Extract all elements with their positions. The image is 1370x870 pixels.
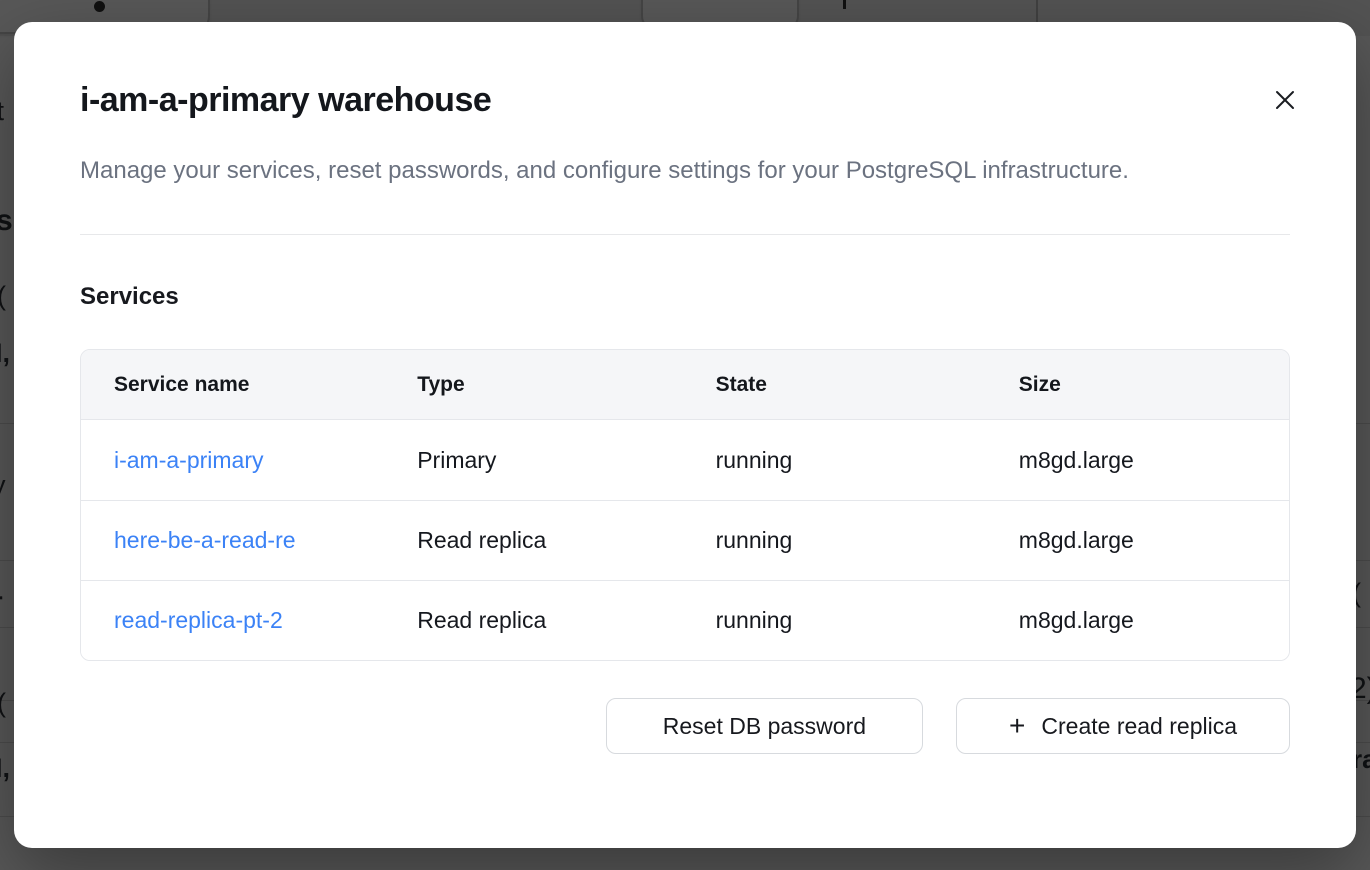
reset-db-password-button[interactable]: Reset DB password — [606, 698, 923, 754]
service-type: Read replica — [384, 527, 682, 554]
create-read-replica-button[interactable]: + Create read replica — [956, 698, 1290, 754]
services-table: Service name Type State Size i-am-a-prim… — [80, 349, 1290, 661]
column-header-type: Type — [384, 373, 682, 397]
warehouse-dialog: i-am-a-primary warehouse Manage your ser… — [14, 22, 1356, 848]
column-header-service-name: Service name — [81, 373, 384, 397]
service-type: Read replica — [384, 607, 682, 634]
table-row: i-am-a-primary Primary running m8gd.larg… — [81, 420, 1289, 500]
dialog-description: Manage your services, reset passwords, a… — [80, 150, 1240, 192]
service-name-link[interactable]: i-am-a-primary — [114, 447, 264, 473]
service-state: running — [683, 447, 986, 474]
service-type: Primary — [384, 447, 682, 474]
table-header-row: Service name Type State Size — [81, 350, 1289, 420]
column-header-state: State — [683, 373, 986, 397]
column-header-size: Size — [986, 373, 1289, 397]
service-state: running — [683, 607, 986, 634]
service-size: m8gd.large — [986, 527, 1289, 554]
service-name-link[interactable]: here-be-a-read-re — [114, 527, 296, 553]
divider — [80, 234, 1290, 235]
create-read-replica-label: Create read replica — [1041, 713, 1237, 740]
service-state: running — [683, 527, 986, 554]
services-heading: Services — [80, 283, 1290, 311]
service-name-link[interactable]: read-replica-pt-2 — [114, 607, 283, 633]
table-row: read-replica-pt-2 Read replica running m… — [81, 580, 1289, 660]
plus-icon: + — [1009, 712, 1025, 740]
close-icon — [1274, 89, 1296, 114]
service-size: m8gd.large — [986, 447, 1289, 474]
close-button[interactable] — [1270, 86, 1300, 116]
dialog-footer: Reset DB password + Create read replica — [80, 698, 1290, 754]
dialog-title: i-am-a-primary warehouse — [80, 80, 491, 120]
dialog-header: i-am-a-primary warehouse — [80, 80, 1290, 120]
reset-db-password-label: Reset DB password — [663, 713, 866, 740]
table-row: here-be-a-read-re Read replica running m… — [81, 500, 1289, 580]
service-size: m8gd.large — [986, 607, 1289, 634]
